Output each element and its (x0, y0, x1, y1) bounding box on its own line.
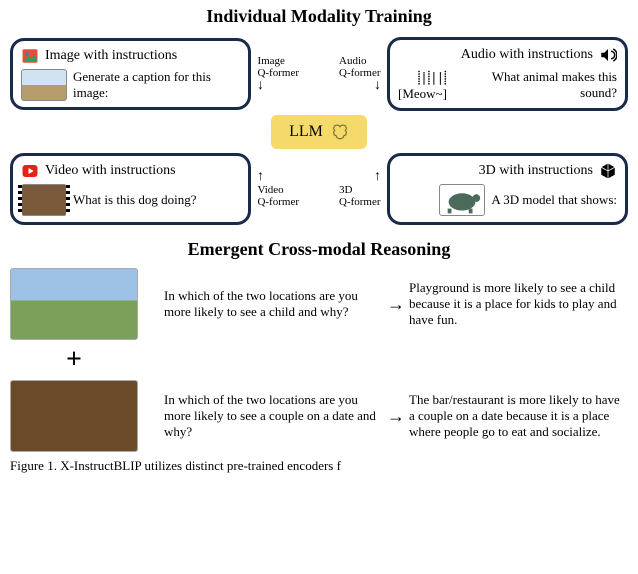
turtle-thumb (439, 184, 485, 216)
training-grid: Image with instructions Generate a capti… (10, 37, 628, 225)
image-box: Image with instructions Generate a capti… (10, 38, 251, 110)
threeD-box: 3D with instructions A 3D model that sho… (387, 153, 628, 225)
top-connector: Image Q-former Audio Q-former ↓ ↓ (257, 55, 381, 93)
plus-icon: + (10, 344, 138, 376)
video-icon (21, 162, 39, 180)
waveform-icon: ⸽∣⸽∣∣⸽ (417, 70, 447, 85)
image-instruction: Generate a caption for this image: (73, 69, 240, 101)
emergent-grid: In which of the two locations are you mo… (10, 268, 628, 452)
image-box-header-text: Image with instructions (45, 48, 177, 64)
image-box-body: Generate a caption for this image: (21, 69, 240, 101)
arrow-right-icon: → (387, 406, 405, 427)
arrow-down-icon: ↓ (257, 79, 264, 93)
bar-image (10, 380, 138, 452)
audio-qformer-label: Audio Q-former (339, 55, 381, 79)
threeD-box-header-text: 3D with instructions (479, 163, 593, 179)
audio-instruction: What animal makes this sound? (453, 69, 617, 101)
audio-box-body: What animal makes this sound? ⸽∣⸽∣∣⸽ [Me… (398, 68, 617, 102)
threeD-box-header: 3D with instructions (398, 162, 617, 180)
answer-2: The bar/restaurant is more likely to hav… (409, 392, 628, 440)
image-icon (21, 47, 39, 65)
section-title-top: Individual Modality Training (10, 6, 628, 27)
llm-cell: LLM (257, 115, 381, 149)
playground-image (10, 268, 138, 340)
audio-box-header: Audio with instructions (398, 46, 617, 64)
bottom-connector: ↑ ↑ Video Q-former 3D Q-former (257, 170, 381, 208)
audio-wave: ⸽∣⸽∣∣⸽ [Meow~] (398, 68, 447, 102)
video-box: Video with instructions What is this dog… (10, 153, 251, 225)
image-qformer-label: Image Q-former (257, 55, 299, 79)
audio-wave-text: [Meow~] (398, 86, 447, 101)
arrow-up-icon: ↑ (374, 170, 381, 184)
arrow-down-icon: ↓ (374, 79, 381, 93)
arrow-right-icon: → (387, 294, 405, 315)
video-qformer-label: Video Q-former (257, 184, 299, 208)
video-box-body: What is this dog doing? (21, 184, 240, 216)
answer-1: Playground is more likely to see a child… (409, 280, 628, 328)
cube-icon (599, 162, 617, 180)
audio-box-header-text: Audio with instructions (461, 47, 593, 63)
speaker-icon (599, 46, 617, 64)
threeD-qformer-label: 3D Q-former (339, 184, 381, 208)
image-box-header: Image with instructions (21, 47, 240, 65)
car-thumb (21, 69, 67, 101)
threeD-instruction: A 3D model that shows: (491, 192, 617, 208)
video-box-header-text: Video with instructions (45, 163, 176, 179)
llm-label: LLM (289, 123, 323, 141)
arrow-up-icon: ↑ (257, 170, 264, 184)
brain-icon (331, 123, 349, 141)
question-1: In which of the two locations are you mo… (164, 288, 383, 320)
threeD-box-body: A 3D model that shows: (398, 184, 617, 216)
dog-thumb (21, 184, 67, 216)
audio-box: Audio with instructions What animal make… (387, 37, 628, 111)
figure-caption: Figure 1. X-InstructBLIP utilizes distin… (10, 458, 628, 474)
section-title-mid: Emergent Cross-modal Reasoning (10, 239, 628, 260)
question-2: In which of the two locations are you mo… (164, 392, 383, 440)
llm-box: LLM (271, 115, 367, 149)
video-instruction: What is this dog doing? (73, 192, 197, 208)
video-box-header: Video with instructions (21, 162, 240, 180)
